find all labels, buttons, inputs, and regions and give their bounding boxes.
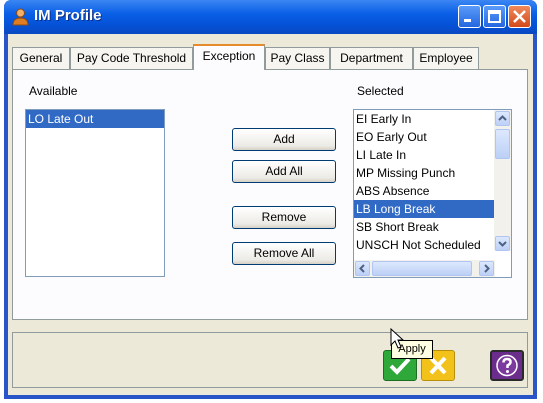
selected-list[interactable]: EI Early In EO Early Out LI Late In MP M… — [353, 109, 512, 278]
list-item[interactable]: ABS Absence — [354, 182, 494, 200]
maximize-icon — [488, 10, 501, 23]
action-bar — [12, 332, 528, 388]
tab-general[interactable]: General — [12, 47, 70, 69]
tab-employee[interactable]: Employee — [413, 47, 479, 69]
exception-panel: Available LO Late Out Add Add All Remove… — [12, 69, 528, 320]
list-item[interactable]: EI Early In — [354, 110, 494, 128]
scroll-thumb[interactable] — [495, 129, 510, 159]
chevron-left-icon — [359, 264, 365, 273]
list-item[interactable]: UNSCH Not Scheduled — [354, 236, 494, 254]
person-icon — [12, 8, 29, 26]
close-button[interactable] — [508, 5, 531, 28]
list-item[interactable]: LO Late Out — [26, 110, 164, 128]
question-icon — [496, 354, 518, 377]
dialog-body: General Pay Code Threshold Exception Pay… — [8, 34, 533, 395]
vertical-scrollbar[interactable] — [494, 110, 511, 251]
chevron-right-icon — [484, 264, 490, 273]
horizontal-scrollbar[interactable] — [354, 260, 495, 277]
remove-all-button[interactable]: Remove All — [232, 242, 336, 265]
close-icon — [513, 10, 526, 23]
list-item[interactable]: LB Long Break — [354, 200, 494, 218]
window-title: IM Profile — [34, 7, 102, 24]
add-all-button[interactable]: Add All — [232, 160, 336, 183]
scroll-up-button[interactable] — [495, 111, 510, 126]
maximize-button[interactable] — [483, 5, 506, 28]
list-item[interactable]: MP Missing Punch — [354, 164, 494, 182]
add-button[interactable]: Add — [232, 128, 336, 151]
window: IM Profile General Pay Code Threshold Ex… — [4, 0, 537, 399]
title-bar[interactable]: IM Profile — [4, 0, 537, 34]
minimize-button[interactable] — [458, 5, 481, 28]
scroll-thumb[interactable] — [372, 261, 472, 276]
scroll-down-button[interactable] — [495, 236, 510, 251]
minimize-icon — [464, 19, 471, 22]
scroll-left-button[interactable] — [355, 261, 370, 276]
tab-department[interactable]: Department — [330, 47, 413, 69]
chevron-up-icon — [498, 115, 507, 121]
scroll-right-button[interactable] — [479, 261, 494, 276]
tab-pay-code-threshold[interactable]: Pay Code Threshold — [70, 47, 193, 69]
tab-pay-class[interactable]: Pay Class — [265, 47, 330, 69]
list-item[interactable]: SB Short Break — [354, 218, 494, 236]
list-item[interactable]: LI Late In — [354, 146, 494, 164]
mouse-cursor-icon — [390, 328, 405, 349]
chevron-down-icon — [498, 241, 507, 247]
remove-button[interactable]: Remove — [232, 206, 336, 229]
help-button[interactable] — [490, 350, 524, 381]
tab-exception[interactable]: Exception — [193, 44, 265, 70]
available-list[interactable]: LO Late Out — [25, 109, 165, 277]
available-label: Available — [29, 84, 78, 98]
list-item[interactable]: EO Early Out — [354, 128, 494, 146]
selected-label: Selected — [357, 84, 404, 98]
